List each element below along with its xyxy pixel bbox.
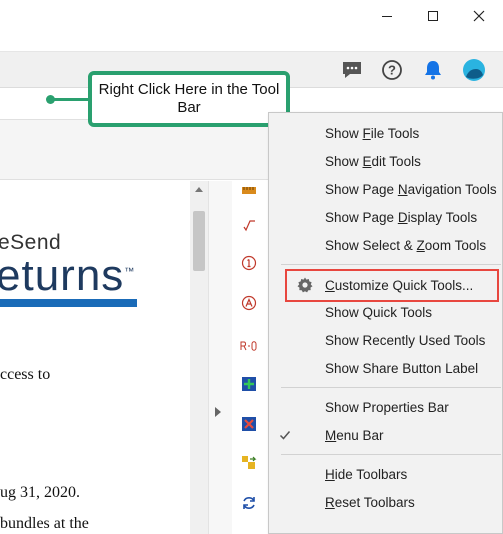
recalculate-tool-icon[interactable] [240, 494, 258, 512]
menu-item-label: Reset Toolbars [325, 494, 415, 510]
remove-grid-icon [242, 417, 256, 431]
document-title-rule [0, 299, 137, 307]
menu-item-show-share-button-label[interactable]: Show Share Button Label [269, 354, 502, 382]
tools-panel-toggle[interactable] [208, 181, 232, 534]
document-page: eSend eturns™ ccess to ug 31, 2020. bund… [0, 181, 190, 534]
menu-item-label: Show Share Button Label [325, 360, 479, 376]
menu-item-label: Menu Bar [325, 427, 384, 443]
menu-item-show-file-tools[interactable]: Show File Tools [269, 119, 502, 147]
menu-item-show-properties-bar[interactable]: Show Properties Bar [269, 393, 502, 421]
circled-one-icon [241, 255, 257, 271]
document-title-text: eturns™ [0, 251, 135, 301]
circle-a-tool-icon[interactable] [240, 294, 258, 312]
document-text-line: bundles at the [0, 515, 89, 532]
move-cells-icon [242, 456, 257, 469]
maximize-icon [428, 11, 438, 21]
menu-item-label: Show Edit Tools [325, 153, 421, 169]
scroll-thumb[interactable] [193, 211, 205, 271]
avatar[interactable] [462, 58, 486, 82]
menu-separator [281, 264, 501, 265]
add-grid-tool-icon[interactable] [240, 375, 258, 393]
menu-item-menu-bar[interactable]: Menu Bar [269, 421, 502, 449]
menu-item-label: Customize Quick Tools... [325, 277, 474, 293]
callout-text: Right Click Here in the Tool Bar [98, 81, 280, 116]
document-text-line: ccess to [0, 366, 51, 383]
gear-icon [297, 277, 313, 293]
menu-item-show-recently-used-tools[interactable]: Show Recently Used Tools [269, 326, 502, 354]
bell-icon [425, 61, 441, 80]
trademark-mark-icon: ™ [124, 266, 136, 278]
scroll-up-arrow-icon[interactable] [195, 187, 203, 192]
close-icon [473, 10, 485, 22]
circled-a-icon [241, 295, 257, 311]
menu-separator [281, 387, 501, 388]
avatar-icon [463, 59, 485, 81]
menu-item-label: Show Page Display Tools [325, 209, 478, 225]
menu-separator [281, 454, 501, 455]
document-title-main: eturns [0, 251, 125, 300]
title-bar [0, 0, 503, 32]
instruction-callout: Right Click Here in the Tool Bar [88, 71, 290, 127]
menu-item-label: Show Properties Bar [325, 399, 449, 415]
menu-item-show-edit-tools[interactable]: Show Edit Tools [269, 147, 502, 175]
maximize-button[interactable] [410, 0, 456, 32]
menu-item-label: Show Quick Tools [325, 304, 433, 320]
r-zero-icon [240, 341, 257, 351]
callout-pointer-line [52, 98, 90, 101]
tools-panel [232, 181, 268, 534]
minimize-icon [382, 15, 392, 17]
sqrt-icon [243, 220, 255, 232]
sqrt-tool-icon[interactable] [240, 217, 258, 235]
toolbar-context-menu: Show File Tools Show Edit Tools Show Pag… [268, 112, 503, 534]
menu-item-label: Hide Toolbars [325, 466, 408, 482]
notifications-button[interactable] [421, 58, 445, 82]
comment-icon [343, 62, 361, 78]
menu-item-show-page-navigation-tools[interactable]: Show Page Navigation Tools [269, 175, 502, 203]
refresh-icon [243, 497, 255, 509]
comment-button[interactable] [340, 58, 364, 82]
menu-item-label: Show Select & Zoom Tools [325, 237, 487, 253]
expand-arrow-icon[interactable] [215, 407, 221, 417]
menu-item-show-select-zoom-tools[interactable]: Show Select & Zoom Tools [269, 231, 502, 259]
ruler-icon [242, 187, 256, 194]
document-scrollbar[interactable] [190, 181, 208, 534]
menu-item-reset-toolbars[interactable]: Reset Toolbars [269, 488, 502, 516]
ruler-tool-icon[interactable] [240, 181, 258, 199]
menu-item-hide-toolbars[interactable]: Hide Toolbars [269, 460, 502, 488]
add-grid-icon [242, 377, 256, 391]
minimize-button[interactable] [364, 0, 410, 32]
help-icon: ? [382, 60, 402, 80]
svg-text:?: ? [388, 63, 396, 78]
menu-item-show-page-display-tools[interactable]: Show Page Display Tools [269, 203, 502, 231]
circle-one-tool-icon[interactable] [240, 254, 258, 272]
menu-item-label: Show Recently Used Tools [325, 332, 486, 348]
checkmark-icon [279, 431, 291, 440]
menu-bar [0, 32, 503, 52]
menu-item-customize-quick-tools[interactable]: Customize Quick Tools... [269, 271, 502, 299]
help-button[interactable]: ? [380, 58, 404, 82]
r-zero-tool-icon[interactable] [240, 337, 258, 355]
menu-item-label: Show File Tools [325, 125, 420, 141]
move-cells-tool-icon[interactable] [240, 454, 258, 472]
menu-item-label: Show Page Navigation Tools [325, 181, 497, 197]
menu-item-show-quick-tools[interactable]: Show Quick Tools [269, 298, 502, 326]
document-text-line: ug 31, 2020. [0, 484, 80, 501]
remove-grid-tool-icon[interactable] [240, 415, 258, 433]
close-button[interactable] [456, 0, 502, 32]
